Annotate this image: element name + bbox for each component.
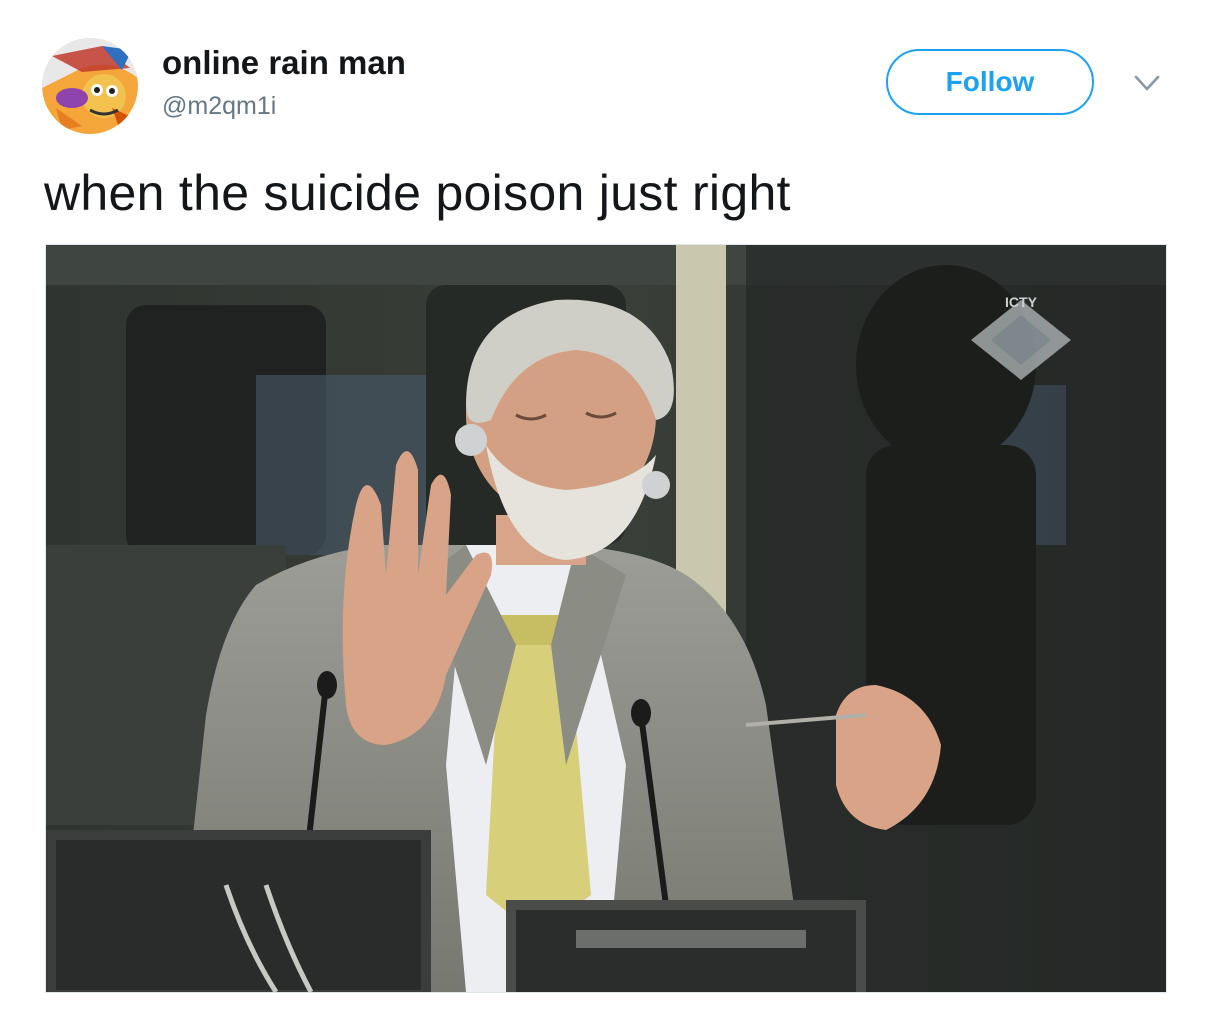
chevron-down-icon: [1134, 75, 1160, 91]
tweet-card: online rain man @m2qm1i Follow when the …: [0, 0, 1206, 1020]
cartoon-avatar-icon: [42, 38, 138, 134]
follow-button[interactable]: Follow: [886, 49, 1094, 115]
tweet-photo[interactable]: ICTY: [45, 244, 1167, 993]
author-display-name[interactable]: online rain man: [162, 44, 406, 82]
tweet-text: when the suicide poison just right: [44, 165, 791, 221]
author-handle[interactable]: @m2qm1i: [162, 92, 276, 121]
tweet-menu-button[interactable]: [1130, 70, 1164, 96]
profile-avatar[interactable]: [42, 38, 138, 134]
watermark-text: ICTY: [1005, 294, 1038, 310]
